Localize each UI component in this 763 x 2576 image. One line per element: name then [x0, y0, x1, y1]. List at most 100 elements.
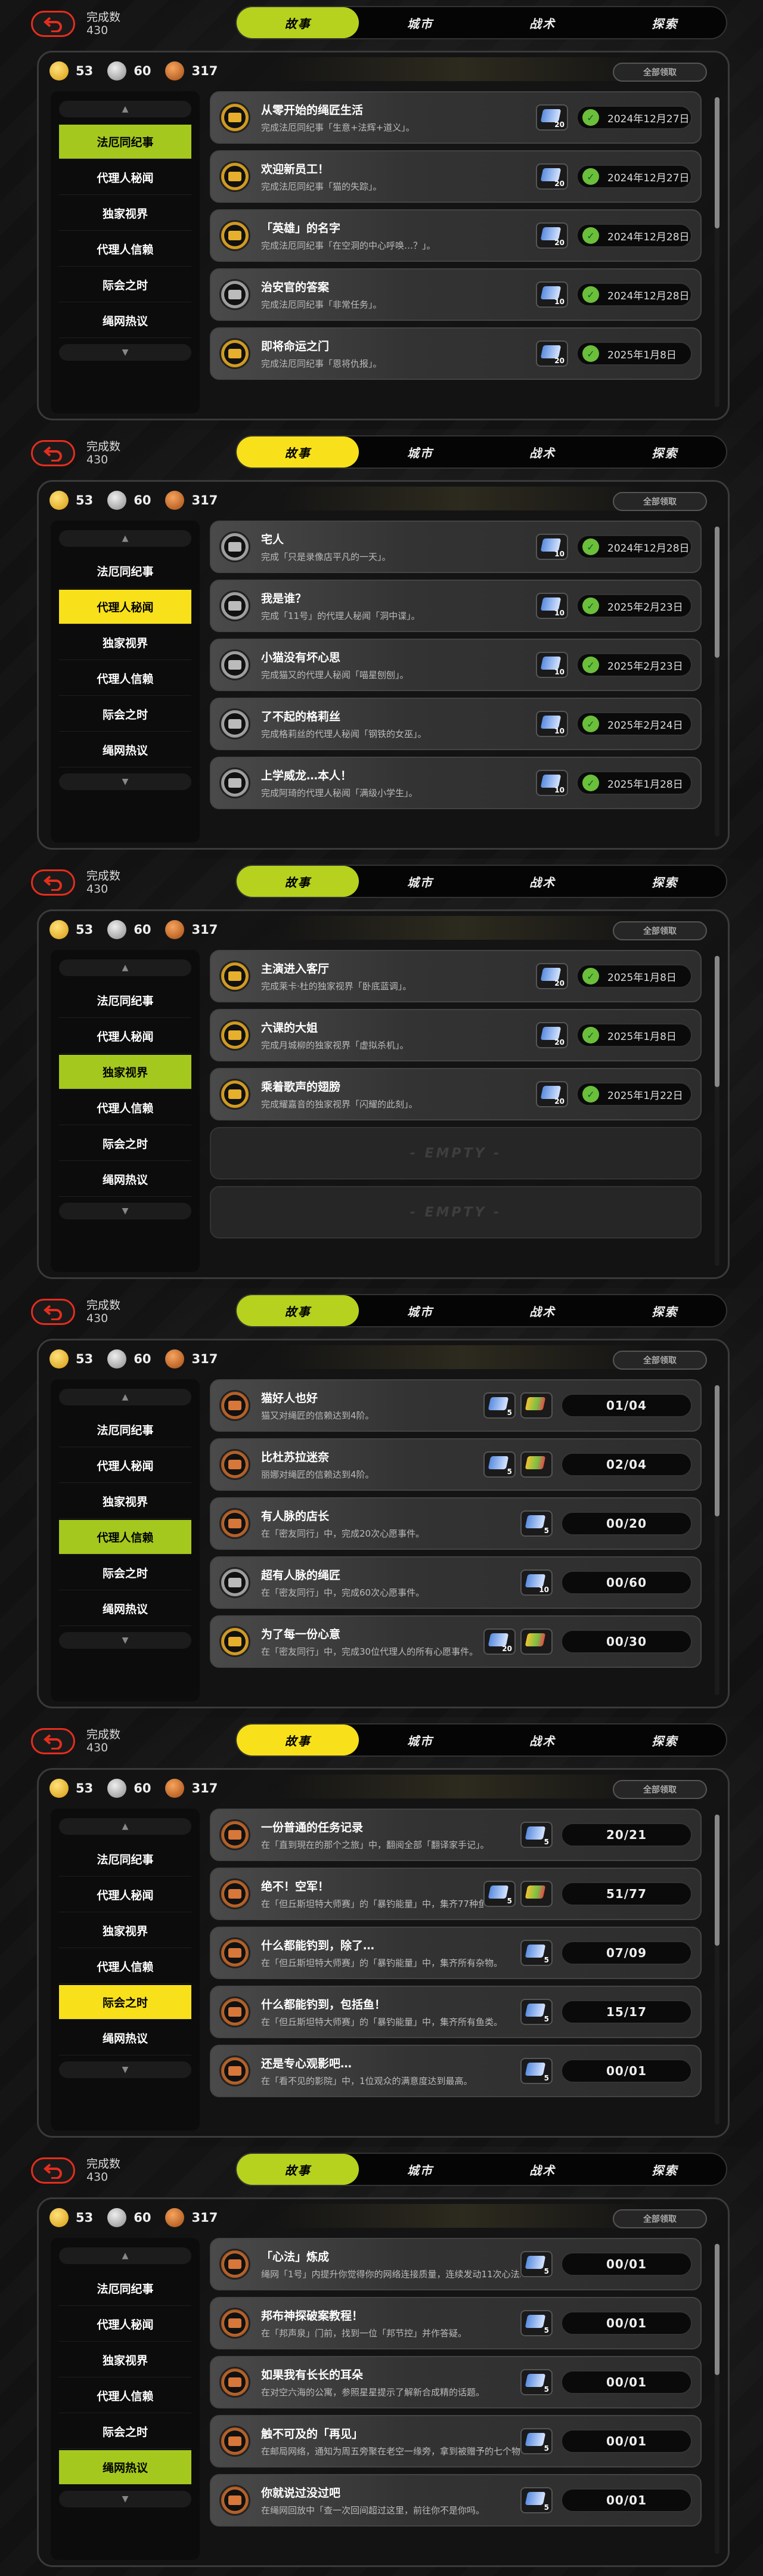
- tab-city[interactable]: 城市: [359, 1295, 481, 1326]
- tab-tactics[interactable]: 战术: [482, 1724, 604, 1755]
- achievement-row[interactable]: 「心法」炼成 绳网「1号」内提升你觉得你的网络连接质量，连续发动11次心法。 5 00…: [210, 2238, 702, 2290]
- tab-story[interactable]: 故事: [237, 2154, 359, 2185]
- sidebar-item-exclusive-view[interactable]: 独家视界: [59, 1484, 191, 1519]
- reward-item[interactable]: 5: [520, 2487, 553, 2513]
- achievement-row[interactable]: 什么都能钓到，包括鱼！ 在「但丘斯坦特大师赛」的「暴钓能量」中，集齐所有鱼类。 5 1…: [210, 1986, 702, 2038]
- sidebar-item-encounter-time[interactable]: 际会之时: [59, 1985, 191, 2020]
- achievement-row[interactable]: 触不可及的「再见」 在邮局网络，通知为周五旁聚在老空一缘旁，拿到被赠予的七个物件。…: [210, 2415, 702, 2467]
- sidebar-scroll-up-button[interactable]: ▲: [59, 530, 191, 547]
- tab-explore[interactable]: 探索: [604, 2154, 726, 2185]
- tab-explore[interactable]: 探索: [604, 1295, 726, 1326]
- reward-item[interactable]: 20: [536, 340, 568, 367]
- list-scrollbar[interactable]: [715, 97, 719, 407]
- achievement-row[interactable]: 欢迎新员工！ 完成法厄同纪事「猫的失踪」。 20 ✓ 2024年12月27日: [210, 150, 702, 203]
- tab-story[interactable]: 故事: [237, 866, 359, 897]
- achievement-row[interactable]: 乘着歌声的翅膀 完成耀嘉音的独家视界「闪耀的此刻」。 20 ✓ 2025年1月22日: [210, 1068, 702, 1120]
- sidebar-item-encounter-time[interactable]: 际会之时: [59, 2414, 191, 2449]
- sidebar-item-agent-trust[interactable]: 代理人信赖: [59, 661, 191, 696]
- sidebar-item-agent-secrets[interactable]: 代理人秘闻: [59, 590, 191, 624]
- sidebar-item-encounter-time[interactable]: 际会之时: [59, 697, 191, 732]
- achievement-row[interactable]: 治安官的答案 完成法厄同纪事「非常任务」。 10 ✓ 2024年12月28日: [210, 268, 702, 321]
- back-button[interactable]: [31, 11, 75, 37]
- sidebar-item-agent-secrets[interactable]: 代理人秘闻: [59, 1878, 191, 1912]
- achievement-row[interactable]: 主演进入客厅 完成莱卡·杜的独家视界「卧底蓝调」。 20 ✓ 2025年1月8日: [210, 950, 702, 1002]
- back-button[interactable]: [31, 2157, 75, 2184]
- reward-item[interactable]: 5: [520, 2369, 553, 2395]
- reward-item[interactable]: 10: [536, 711, 568, 737]
- reward-item[interactable]: 20: [536, 104, 568, 131]
- sidebar-scroll-down-button[interactable]: ▼: [59, 2061, 191, 2078]
- sidebar-item-exclusive-view[interactable]: 独家视界: [59, 1055, 191, 1089]
- achievement-row[interactable]: 了不起的格莉丝 完成格莉丝的代理人秘闻「钢铁的女巫」。 10 ✓ 2025年2月24日: [210, 698, 702, 750]
- sidebar-scroll-down-button[interactable]: ▼: [59, 1632, 191, 1649]
- reward-item[interactable]: 10: [536, 652, 568, 678]
- reward-item[interactable]: 5: [520, 1510, 553, 1537]
- sidebar-item-agent-trust[interactable]: 代理人信赖: [59, 232, 191, 267]
- back-button[interactable]: [31, 869, 75, 896]
- tab-tactics[interactable]: 战术: [482, 1295, 604, 1326]
- reward-item[interactable]: 10: [520, 1569, 553, 1596]
- reward-item[interactable]: 5: [520, 1822, 553, 1848]
- scrollbar-thumb[interactable]: [715, 527, 719, 658]
- achievement-row[interactable]: 宅人 完成「只是录像店平凡的一天」。 10 ✓ 2024年12月28日: [210, 521, 702, 573]
- sidebar-item-exclusive-view[interactable]: 独家视界: [59, 1914, 191, 1948]
- sidebar-item-inter-knot-trending[interactable]: 绳网热议: [59, 2450, 191, 2485]
- sidebar-scroll-down-button[interactable]: ▼: [59, 2491, 191, 2507]
- tab-tactics[interactable]: 战术: [482, 7, 604, 38]
- sidebar-item-inter-knot-trending[interactable]: 绳网热议: [59, 304, 191, 338]
- list-scrollbar[interactable]: [715, 2244, 719, 2554]
- sidebar-item-encounter-time[interactable]: 际会之时: [59, 268, 191, 302]
- reward-item[interactable]: [520, 1881, 553, 1907]
- tab-city[interactable]: 城市: [359, 2154, 481, 2185]
- reward-item[interactable]: 5: [520, 2251, 553, 2277]
- achievement-row[interactable]: 从零开始的绳匠生活 完成法厄同纪事「生意+法辉+道义」。 20 ✓ 2024年12月27…: [210, 91, 702, 144]
- sidebar-item-agent-secrets[interactable]: 代理人秘闻: [59, 1019, 191, 1054]
- list-scrollbar[interactable]: [715, 1815, 719, 2125]
- sidebar-item-agent-secrets[interactable]: 代理人秘闻: [59, 2307, 191, 2342]
- tab-story[interactable]: 故事: [237, 1724, 359, 1755]
- achievement-row[interactable]: 六课的大姐 完成月城柳的独家视界「虚拟杀机」。 20 ✓ 2025年1月8日: [210, 1009, 702, 1061]
- tab-explore[interactable]: 探索: [604, 7, 726, 38]
- claim-all-button[interactable]: 全部领取: [613, 2209, 707, 2228]
- back-button[interactable]: [31, 1728, 75, 1754]
- tab-explore[interactable]: 探索: [604, 1724, 726, 1755]
- reward-item[interactable]: 5: [483, 1881, 516, 1907]
- reward-item[interactable]: [520, 1451, 553, 1478]
- sidebar-item-agent-trust[interactable]: 代理人信赖: [59, 1949, 191, 1984]
- sidebar-item-encounter-time[interactable]: 际会之时: [59, 1556, 191, 1590]
- sidebar-item-phaethon-chronicle[interactable]: 法厄同纪事: [59, 1842, 191, 1877]
- sidebar-scroll-up-button[interactable]: ▲: [59, 1389, 191, 1405]
- reward-item[interactable]: 20: [536, 222, 568, 249]
- claim-all-button[interactable]: 全部领取: [613, 1780, 707, 1799]
- achievement-row[interactable]: 比杜苏拉迷奈 丽娜对绳匠的信赖达到4阶。 5 02/04: [210, 1438, 702, 1491]
- scrollbar-thumb[interactable]: [715, 956, 719, 1087]
- sidebar-item-exclusive-view[interactable]: 独家视界: [59, 2343, 191, 2377]
- reward-item[interactable]: [520, 1628, 553, 1655]
- tab-story[interactable]: 故事: [237, 7, 359, 38]
- reward-item[interactable]: 20: [536, 163, 568, 190]
- sidebar-scroll-down-button[interactable]: ▼: [59, 773, 191, 790]
- reward-item[interactable]: 20: [536, 963, 568, 989]
- tab-tactics[interactable]: 战术: [482, 2154, 604, 2185]
- tab-story[interactable]: 故事: [237, 436, 359, 467]
- achievement-row[interactable]: 我是谁？ 完成「11号」的代理人秘闻「洞中谍」。 10 ✓ 2025年2月23日: [210, 580, 702, 632]
- sidebar-scroll-up-button[interactable]: ▲: [59, 959, 191, 976]
- reward-item[interactable]: 5: [520, 2310, 553, 2336]
- tab-city[interactable]: 城市: [359, 1724, 481, 1755]
- achievement-row[interactable]: 还是专心观影吧… 在「看不见的影院」中，1位观众的满意度达到最高。 5 00/01: [210, 2045, 702, 2097]
- list-scrollbar[interactable]: [715, 527, 719, 837]
- reward-item[interactable]: 20: [483, 1628, 516, 1655]
- sidebar-item-phaethon-chronicle[interactable]: 法厄同纪事: [59, 554, 191, 589]
- tab-tactics[interactable]: 战术: [482, 436, 604, 467]
- tab-explore[interactable]: 探索: [604, 866, 726, 897]
- scrollbar-thumb[interactable]: [715, 2244, 719, 2375]
- sidebar-scroll-down-button[interactable]: ▼: [59, 344, 191, 361]
- list-scrollbar[interactable]: [715, 956, 719, 1266]
- sidebar-item-agent-trust[interactable]: 代理人信赖: [59, 1091, 191, 1125]
- scrollbar-thumb[interactable]: [715, 1815, 719, 1946]
- sidebar-item-agent-secrets[interactable]: 代理人秘闻: [59, 1448, 191, 1483]
- reward-item[interactable]: 5: [520, 1999, 553, 2025]
- achievement-row[interactable]: 上学威龙…本人！ 完成阿琦的代理人秘闻「满级小学生」。 10 ✓ 2025年1月28日: [210, 757, 702, 809]
- reward-item[interactable]: 5: [520, 2058, 553, 2084]
- achievement-row[interactable]: 有人脉的店长 在「密友同行」中，完成20次心愿事件。 5 00/20: [210, 1497, 702, 1550]
